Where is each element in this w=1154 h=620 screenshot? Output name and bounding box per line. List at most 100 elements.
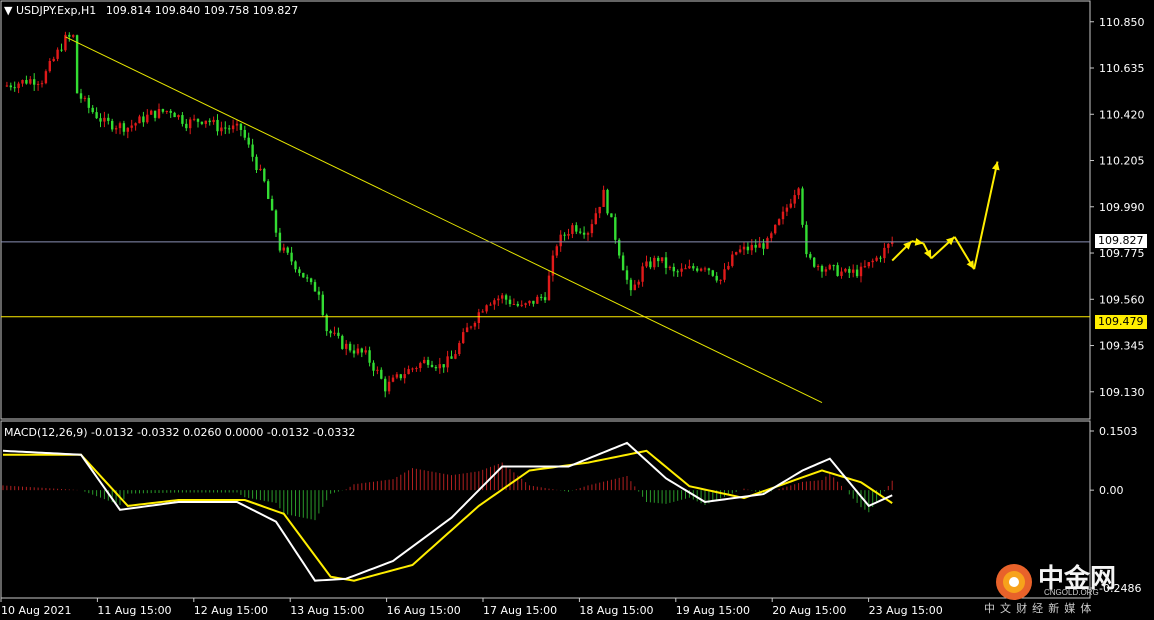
candle-body — [87, 97, 90, 108]
candle-body — [520, 304, 523, 306]
price-axis: 110.850 110.635 110.420 110.205 109.990 109.7… — [1090, 16, 1145, 399]
candle-body — [598, 206, 601, 214]
candle-body — [625, 270, 629, 280]
candle-body — [345, 343, 348, 349]
time-tick-label: 23 Aug 15:00 — [869, 604, 943, 617]
macd-tick-label: 0.00 — [1099, 484, 1124, 497]
candle-body — [29, 79, 32, 84]
watermark-logo: 中金网 CNGOLD.ORG 中 文 财 经 新 媒 体 — [984, 558, 1140, 615]
price-tick-label: 110.850 — [1099, 16, 1145, 29]
current-price-tag: 109.827 — [1095, 234, 1147, 248]
candle-body — [419, 363, 422, 369]
candle-body — [243, 129, 246, 138]
candle-body — [590, 224, 594, 234]
candle-body — [450, 356, 453, 359]
chart-header[interactable]: ▼ USDJPY.Exp,H1 109.814 109.840 109.758 … — [4, 4, 298, 17]
candle-body — [255, 156, 258, 171]
candle-body — [454, 354, 457, 359]
candle-body — [434, 367, 438, 369]
candle-body — [224, 127, 227, 129]
candle-body — [797, 188, 800, 196]
candle-body — [836, 265, 839, 276]
candle-body — [863, 266, 867, 268]
symbol-dropdown-icon[interactable]: ▼ — [4, 4, 12, 17]
candle-body — [793, 195, 796, 204]
candle-body — [586, 233, 590, 235]
candle-body — [801, 188, 804, 225]
candle-body — [403, 374, 406, 379]
candle-body — [173, 112, 176, 118]
candle-body — [44, 71, 48, 84]
candle-body — [13, 87, 16, 89]
candle-body — [212, 119, 215, 123]
candle-body — [629, 279, 633, 291]
candle-body — [142, 116, 145, 123]
candle-body — [161, 108, 165, 112]
candle-body — [72, 35, 75, 37]
candle-body — [462, 332, 465, 344]
candle-body — [828, 265, 831, 270]
candle-body — [688, 266, 691, 269]
price-panel-frame — [0, 0, 1091, 420]
candle-body — [360, 348, 363, 353]
candle-body — [384, 378, 387, 392]
candle-body — [228, 128, 231, 130]
price-tick-label: 109.345 — [1099, 340, 1145, 353]
candle-body — [251, 144, 254, 157]
candle-body — [341, 335, 344, 349]
overlay-lines — [1, 36, 1090, 403]
candle-body — [789, 203, 792, 208]
candle-body — [423, 359, 426, 364]
watermark-domain: CNGOLD.ORG — [1044, 588, 1099, 597]
price-tick-label: 109.130 — [1099, 386, 1145, 399]
candle-body — [290, 252, 293, 262]
candle-body — [239, 123, 243, 130]
candle-body — [855, 269, 859, 277]
candle-body — [633, 284, 636, 291]
candle-body — [21, 79, 24, 84]
candle-body — [189, 119, 192, 129]
time-tick-label: 11 Aug 15:00 — [97, 604, 171, 617]
time-tick-label: 13 Aug 15:00 — [290, 604, 364, 617]
candle-body — [235, 123, 239, 126]
forecast-arrows — [891, 161, 1000, 270]
candle-body — [372, 362, 375, 371]
chart-canvas[interactable]: 110.850 110.635 110.420 110.205 109.990 109.7… — [0, 0, 1154, 620]
candle-body — [259, 168, 262, 171]
candle-body — [504, 295, 508, 300]
candle-body — [5, 85, 9, 87]
candle-body — [298, 269, 301, 273]
candle-body — [543, 297, 547, 301]
symbol-label: USDJPY.Exp,H1 — [15, 4, 97, 17]
candle-body — [294, 261, 297, 270]
candle-body — [540, 296, 543, 298]
candle-body — [579, 231, 582, 233]
candle-body — [657, 257, 660, 262]
candle-body — [547, 275, 551, 301]
candle-body — [489, 304, 492, 306]
candle-body — [469, 326, 473, 328]
candle-body — [352, 350, 356, 354]
candle-body — [497, 298, 500, 301]
candle-body — [649, 261, 652, 268]
watermark-slogan: 中 文 财 经 新 媒 体 — [984, 603, 1093, 615]
candle-body — [844, 268, 847, 272]
price-tick-label: 109.775 — [1099, 247, 1145, 260]
candle-body — [840, 271, 843, 276]
candle-body — [719, 279, 722, 281]
candle-body — [641, 266, 644, 282]
candle-body — [118, 123, 122, 129]
candle-body — [481, 311, 484, 313]
candle-body — [485, 305, 488, 312]
candle-body — [442, 364, 445, 368]
time-tick-label: 19 Aug 15:00 — [676, 604, 750, 617]
candle-body — [645, 261, 648, 267]
candle-body — [99, 118, 102, 122]
candle-body — [415, 368, 418, 370]
candle-body — [122, 123, 126, 132]
candle-body — [317, 291, 321, 295]
candle-body — [692, 266, 695, 269]
candle-body — [25, 79, 28, 84]
candle-body — [458, 343, 461, 355]
candle-body — [134, 123, 137, 126]
